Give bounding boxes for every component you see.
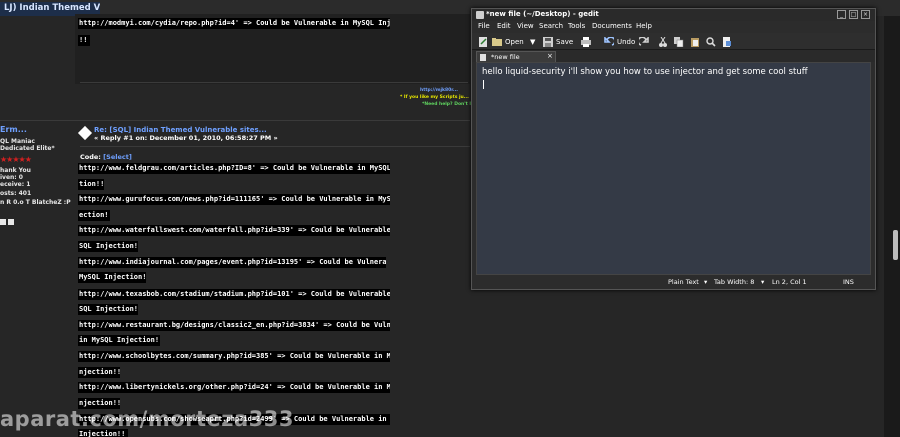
save-icon[interactable]: [543, 37, 553, 47]
menu-file[interactable]: File: [478, 22, 490, 30]
author-stat: iven: 0: [0, 174, 23, 181]
author-name[interactable]: Erm...: [0, 125, 27, 134]
post-divider: [0, 120, 470, 121]
code-line: tion!!: [78, 179, 104, 190]
gedit-window: *new file (~/Desktop) - gedit _ □ × File…: [471, 8, 876, 290]
menu-view[interactable]: View: [517, 22, 534, 30]
open-button[interactable]: Open: [505, 38, 524, 46]
cut-icon[interactable]: [658, 37, 668, 47]
code-line: http://www.gurufocus.com/news.php?id=111…: [78, 194, 390, 205]
text-cursor: [483, 80, 484, 89]
gedit-app-icon: [476, 11, 484, 19]
post-date: « Reply #1 on: December 01, 2010, 06:58:…: [94, 134, 278, 142]
menu-search[interactable]: Search: [539, 22, 563, 30]
document-icon: [480, 54, 486, 61]
author-rank: Dedicated Elite*: [0, 145, 55, 152]
document-tab-label: *new file: [491, 53, 520, 61]
document-tab-bar: *new file ×: [472, 50, 875, 62]
code-line: in MySQL Injection!!: [78, 335, 160, 346]
menu-edit[interactable]: Edit: [497, 22, 511, 30]
maximize-icon[interactable]: □: [849, 10, 858, 19]
insert-mode: INS: [843, 278, 854, 286]
code-line: http://www.libertynickels.org/other.php?…: [78, 382, 390, 393]
code-label-text: Code:: [80, 153, 101, 161]
statusbar: Plain Text ▾ Tab Width: 8 ▾ Ln 2, Col 1 …: [472, 275, 875, 289]
syntax-selector[interactable]: Plain Text: [668, 278, 699, 286]
menu-help[interactable]: Help: [636, 22, 652, 30]
menu-tools[interactable]: Tools: [568, 22, 585, 30]
post-divider: [80, 146, 470, 147]
code-line: MySQL Injection!!: [78, 272, 146, 283]
gedit-titlebar[interactable]: *new file (~/Desktop) - gedit _ □ ×: [472, 9, 875, 21]
code-line: http://www.waterfallswest.com/waterfall.…: [78, 225, 390, 236]
minimize-icon[interactable]: _: [837, 10, 846, 19]
profile-icon[interactable]: [0, 219, 6, 225]
tab-width-dropdown-arrow[interactable]: ▾: [761, 278, 764, 286]
menubar: File Edit View Search Tools Documents He…: [472, 21, 875, 33]
code-line: !!: [78, 35, 90, 46]
tab-width-selector[interactable]: Tab Width: 8: [714, 278, 754, 286]
author-stat: eceive: 1: [0, 181, 31, 188]
code-line: http://www.feldgrau.com/articles.php?ID=…: [78, 163, 390, 174]
code-line: http://www.restaurant.bg/designs/classic…: [78, 320, 390, 331]
author-icons: [0, 210, 16, 229]
redo-icon[interactable]: [639, 37, 649, 47]
signature-line: * If you like my Scripts ju...: [400, 95, 469, 100]
author-panel: Erm... QL Maniac Dedicated Elite* ★★★★★ …: [0, 125, 72, 235]
post-icon: [77, 125, 93, 141]
document-tab[interactable]: *new file ×: [476, 51, 556, 62]
toolbar: Open ▼ Save Undo: [472, 33, 875, 50]
text-editor-area[interactable]: hello liquid-security i'll show you how …: [476, 62, 871, 275]
code-line: ection!!: [78, 210, 110, 221]
signature-line: *Need help? Don't I...: [422, 102, 477, 107]
code-select-link[interactable]: [Select]: [103, 153, 132, 161]
code-line: SQL Injection!!: [78, 304, 138, 315]
code-line: http://www.schoolbytes.com/summary.php?i…: [78, 351, 390, 362]
save-button[interactable]: Save: [556, 38, 573, 46]
tab-close-icon[interactable]: ×: [547, 52, 553, 60]
code-line: SQL Injection!!: [78, 241, 138, 252]
open-dropdown-arrow[interactable]: ▼: [530, 38, 535, 46]
undo-button[interactable]: Undo: [617, 38, 635, 46]
author-stat: osts: 401: [0, 190, 32, 197]
browser-scroll-thumb[interactable]: [893, 230, 898, 260]
syntax-dropdown-arrow[interactable]: ▾: [704, 278, 707, 286]
author-stat: hank You: [0, 167, 31, 174]
close-icon[interactable]: ×: [861, 10, 870, 19]
paste-icon[interactable]: [690, 37, 700, 47]
author-stat: n R 0.o T BlatcheZ :P: [0, 199, 71, 206]
post-title[interactable]: Re: [SQL] Indian Themed Vulnerable sites…: [94, 126, 267, 134]
cursor-position: Ln 2, Col 1: [772, 278, 807, 286]
code-label: Code: [Select]: [80, 153, 132, 161]
find-icon[interactable]: [706, 37, 716, 47]
rank-stars-icon: ★★★★★: [0, 155, 32, 164]
post-divider: [80, 82, 468, 83]
new-document-icon[interactable]: [478, 37, 488, 47]
message-icon[interactable]: [8, 219, 14, 225]
window-title: *new file (~/Desktop) - gedit: [486, 10, 599, 18]
code-line: njection!!: [78, 367, 120, 378]
open-folder-icon[interactable]: [492, 37, 502, 47]
menu-documents[interactable]: Documents: [592, 22, 632, 30]
print-icon[interactable]: [581, 37, 591, 47]
copy-icon[interactable]: [674, 37, 684, 47]
code-line: http://www.texasbob.com/stadium/stadium.…: [78, 289, 390, 300]
watermark: aparat.com/morteza333: [0, 407, 295, 431]
signature-link[interactable]: http://mjk80r...: [420, 88, 458, 93]
code-line: http://www.indiajournal.com/pages/event.…: [78, 257, 386, 268]
undo-icon[interactable]: [604, 37, 614, 47]
code-line: http://modmyi.com/cydia/repo.php?id=4' =…: [78, 18, 390, 29]
editor-text-line: hello liquid-security i'll show you how …: [482, 67, 808, 77]
browser-scrollbar[interactable]: [884, 16, 900, 437]
replace-icon[interactable]: [722, 37, 732, 47]
author-title: QL Maniac: [0, 138, 35, 145]
